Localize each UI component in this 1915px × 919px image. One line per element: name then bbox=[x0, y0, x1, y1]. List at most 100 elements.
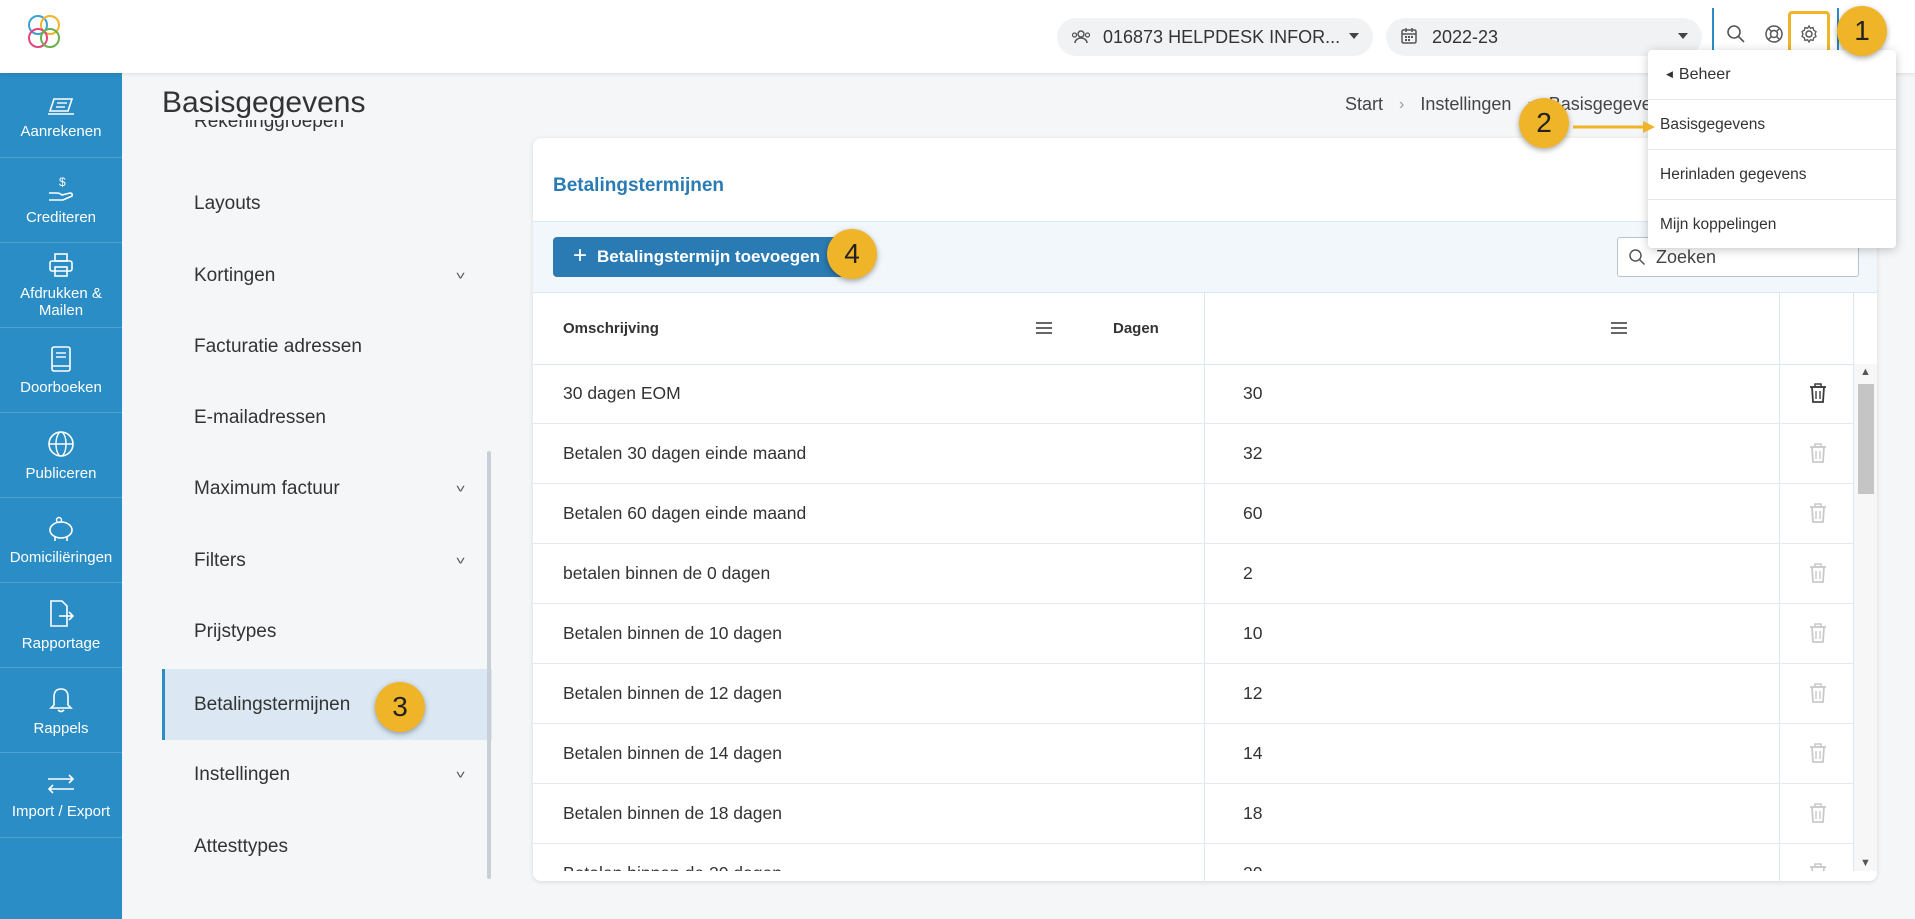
year-selector-value: 2022-23 bbox=[1432, 26, 1499, 47]
subnav-item-label: Facturatie adressen bbox=[194, 336, 362, 357]
scroll-up-icon[interactable]: ▲ bbox=[1860, 366, 1871, 378]
step-badge-3: 3 bbox=[375, 682, 425, 732]
search-icon[interactable] bbox=[1724, 22, 1748, 46]
support-icon[interactable] bbox=[1762, 22, 1786, 46]
sidebar-item-afdrukken-mailen[interactable]: Afdrukken & Mailen bbox=[0, 243, 122, 328]
trash-icon[interactable] bbox=[1808, 382, 1828, 404]
menu-back-label: Beheer bbox=[1678, 65, 1731, 83]
cell-omschrijving: Betalen 60 dagen einde maand bbox=[563, 503, 807, 523]
trash-icon[interactable] bbox=[1808, 742, 1828, 764]
subnav-item-kortingen[interactable]: Kortingen ˅ bbox=[162, 241, 492, 311]
invoice-icon bbox=[48, 97, 74, 115]
trash-icon[interactable] bbox=[1808, 802, 1828, 824]
menu-item-basisgegevens[interactable]: Basisgegevens bbox=[1648, 100, 1896, 150]
grid-scrollbar[interactable]: ▲ ▼ bbox=[1853, 364, 1877, 871]
trash-icon[interactable] bbox=[1808, 862, 1828, 871]
arrow-icon bbox=[1573, 121, 1655, 133]
sidebar-item-domicilieringen[interactable]: Domiciliëringen bbox=[0, 498, 122, 583]
bell-icon bbox=[49, 687, 73, 712]
add-payment-term-button[interactable]: + Betalingstermijn toevoegen bbox=[553, 237, 844, 277]
table-row[interactable]: betalen binnen de 0 dagen 2 bbox=[533, 544, 1853, 604]
scroll-down-icon[interactable]: ▼ bbox=[1860, 857, 1871, 869]
subnav-item-maximum-factuur[interactable]: Maximum factuur ˅ bbox=[162, 454, 492, 524]
chevron-down-icon bbox=[1678, 33, 1688, 39]
table-row[interactable]: Betalen binnen de 10 dagen 10 bbox=[533, 604, 1853, 664]
chevron-down-icon: ˅ bbox=[455, 768, 466, 782]
sidebar-item-label: Publiceren bbox=[25, 464, 97, 482]
subnav-scrollbar[interactable] bbox=[487, 451, 491, 879]
plus-icon: + bbox=[573, 242, 588, 269]
cell-dagen: 60 bbox=[1243, 503, 1263, 523]
table-row[interactable]: Betalen binnen de 20 dagen 20 bbox=[533, 844, 1853, 871]
table-row[interactable]: 30 dagen EOM 30 bbox=[533, 364, 1853, 424]
trash-icon[interactable] bbox=[1808, 502, 1828, 524]
sidebar-item-label: Domiciliëringen bbox=[9, 548, 113, 566]
subnav-item-label: Kortingen bbox=[194, 265, 276, 286]
subnav-item-rekeninggroepen[interactable]: Rekeninggroepen bbox=[162, 120, 492, 157]
sidebar-item-crediteren[interactable]: $ Crediteren bbox=[0, 158, 122, 243]
chevron-down-icon bbox=[1349, 33, 1359, 39]
subnav-item-label: E-mailadressen bbox=[194, 407, 326, 428]
step-badge-2: 2 bbox=[1519, 98, 1569, 148]
subnav-item-layouts[interactable]: Layouts bbox=[162, 169, 492, 239]
breadcrumb-instellingen[interactable]: Instellingen bbox=[1420, 94, 1511, 115]
trash-icon[interactable] bbox=[1808, 442, 1828, 464]
cell-omschrijving: Betalen binnen de 14 dagen bbox=[563, 743, 782, 763]
column-menu-icon[interactable] bbox=[1035, 321, 1053, 335]
sidebar-item-label: Import / Export bbox=[11, 802, 111, 820]
subnav-item-label: Betalingstermijnen bbox=[194, 693, 351, 715]
trash-icon[interactable] bbox=[1808, 562, 1828, 584]
trash-icon[interactable] bbox=[1808, 682, 1828, 704]
main-sidebar: Aanrekenen $ Crediteren Afdrukken & Mail… bbox=[0, 73, 122, 919]
subnav-item-facturatie-adressen[interactable]: Facturatie adressen bbox=[162, 312, 492, 382]
table-row[interactable]: Betalen binnen de 18 dagen 18 bbox=[533, 784, 1853, 844]
cell-dagen: 12 bbox=[1243, 683, 1263, 703]
chevron-left-icon: ◀ bbox=[1666, 69, 1673, 79]
sidebar-item-label: Aanrekenen bbox=[20, 122, 102, 140]
breadcrumb-start[interactable]: Start bbox=[1345, 94, 1383, 115]
top-bar: 016873 HELPDESK INFOR... 2022-23 bbox=[0, 0, 1915, 73]
company-selector[interactable]: 016873 HELPDESK INFOR... bbox=[1057, 18, 1373, 56]
cell-omschrijving: 30 dagen EOM bbox=[563, 383, 681, 403]
page-title: Basisgegevens bbox=[162, 86, 366, 119]
printer-icon bbox=[49, 253, 73, 277]
subnav-item-e-mailadressen[interactable]: E-mailadressen bbox=[162, 383, 492, 453]
subnav-item-instellingen[interactable]: Instellingen ˅ bbox=[162, 740, 492, 810]
sidebar-item-label: Rapportage bbox=[21, 634, 101, 652]
subnav-item-attesttypes[interactable]: Attesttypes bbox=[162, 812, 492, 880]
scrollbar-thumb[interactable] bbox=[1858, 384, 1874, 494]
subnav-item-betalingstermijnen[interactable]: Betalingstermijnen bbox=[162, 669, 492, 740]
menu-item-herinladen-gegevens[interactable]: Herinladen gegevens bbox=[1648, 150, 1896, 200]
subnav-item-label: Attesttypes bbox=[194, 836, 288, 857]
table-row[interactable]: Betalen binnen de 14 dagen 14 bbox=[533, 724, 1853, 784]
sidebar-item-label: Rappels bbox=[33, 719, 89, 737]
subnav-item-label: Layouts bbox=[194, 193, 261, 214]
chevron-down-icon: ˅ bbox=[455, 554, 466, 568]
sidebar-item-label: Crediteren bbox=[25, 208, 97, 226]
subnav-item-prijstypes[interactable]: Prijstypes bbox=[162, 597, 492, 667]
column-header-omschrijving[interactable]: Omschrijving bbox=[533, 293, 1083, 364]
column-header-dagen[interactable]: Dagen bbox=[1083, 293, 1658, 364]
sidebar-item-label: Afdrukken & Mailen bbox=[20, 285, 102, 319]
trash-icon[interactable] bbox=[1808, 622, 1828, 644]
column-menu-icon[interactable] bbox=[1610, 321, 1628, 335]
sidebar-item-import-export[interactable]: Import / Export bbox=[0, 753, 122, 838]
sidebar-item-publiceren[interactable]: Publiceren bbox=[0, 413, 122, 498]
table-row[interactable]: Betalen binnen de 12 dagen 12 bbox=[533, 664, 1853, 724]
cell-dagen: 18 bbox=[1243, 803, 1263, 823]
subnav-item-filters[interactable]: Filters ˅ bbox=[162, 526, 492, 596]
sidebar-item-label: Doorboeken bbox=[20, 378, 102, 396]
sidebar-item-doorboeken[interactable]: Doorboeken bbox=[0, 328, 122, 413]
subnav-item-label: Instellingen bbox=[194, 764, 291, 785]
gear-icon[interactable] bbox=[1797, 22, 1821, 46]
sidebar-item-rappels[interactable]: Rappels bbox=[0, 668, 122, 753]
sidebar-item-aanrekenen[interactable]: Aanrekenen bbox=[0, 73, 122, 158]
column-header-label: Dagen bbox=[1113, 320, 1159, 337]
menu-back-beheer[interactable]: ◀ Beheer bbox=[1648, 50, 1896, 100]
table-row[interactable]: Betalen 60 dagen einde maand 60 bbox=[533, 484, 1853, 544]
transfer-arrows-icon bbox=[47, 773, 75, 794]
table-row[interactable]: Betalen 30 dagen einde maand 32 bbox=[533, 424, 1853, 484]
menu-item-mijn-koppelingen[interactable]: Mijn koppelingen bbox=[1648, 200, 1896, 250]
sidebar-item-rapportage[interactable]: Rapportage bbox=[0, 583, 122, 668]
chevron-down-icon: ˅ bbox=[455, 269, 466, 283]
